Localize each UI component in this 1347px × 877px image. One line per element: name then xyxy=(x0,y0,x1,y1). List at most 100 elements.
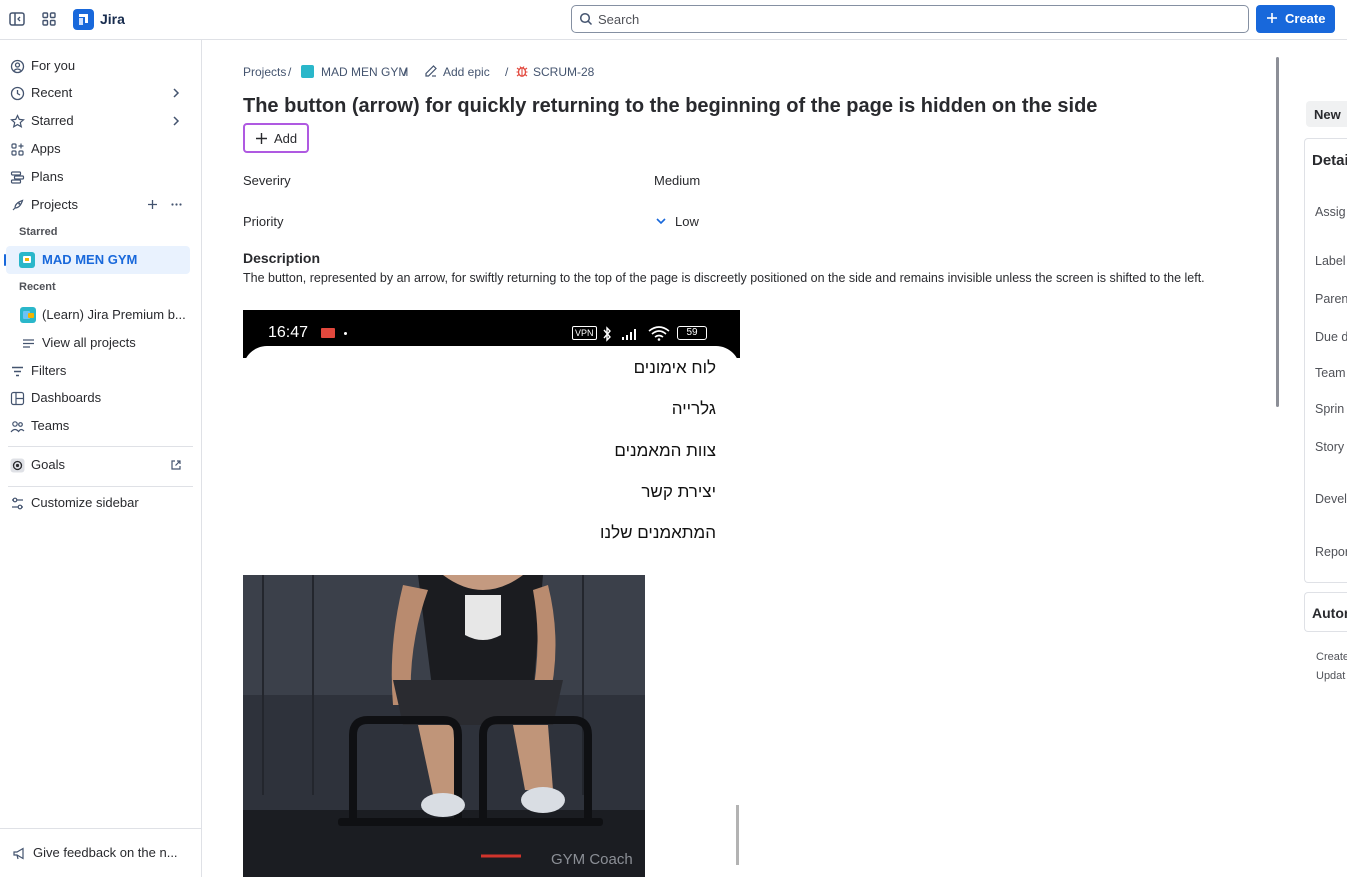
phone-menu-item: לוח אימונים xyxy=(633,358,716,377)
phone-menu-item: צוות המאמנים xyxy=(614,441,716,460)
breadcrumb-project[interactable]: MAD MEN GYM xyxy=(321,65,408,79)
chevron-right-icon[interactable] xyxy=(170,87,182,99)
sidebar-item-label: Goals xyxy=(31,457,65,472)
sidebar-item-goals[interactable]: Goals xyxy=(6,451,190,479)
sidebar-item-label: Teams xyxy=(31,418,70,433)
sidebar-item-label: Plans xyxy=(31,169,64,184)
description-text[interactable]: The button, represented by an arrow, for… xyxy=(243,271,1205,285)
main-scrollbar[interactable] xyxy=(1276,57,1279,407)
external-link-icon[interactable] xyxy=(170,459,182,471)
gym-photo: GYM Coach xyxy=(243,575,645,877)
status-dropdown[interactable]: New xyxy=(1306,101,1347,127)
user-circle-icon xyxy=(10,59,25,74)
clock-icon xyxy=(10,86,25,101)
field-label-story-points: Story xyxy=(1315,440,1345,454)
sidebar-item-for-you[interactable]: For you xyxy=(6,52,190,80)
sidebar-item-starred[interactable]: Starred xyxy=(6,107,190,135)
add-button[interactable]: Add xyxy=(243,123,309,153)
active-indicator xyxy=(4,254,6,266)
project-avatar-icon xyxy=(301,65,314,78)
sidebar-item-dashboards[interactable]: Dashboards xyxy=(6,384,190,412)
project-avatar-icon xyxy=(20,307,36,323)
give-feedback-button[interactable]: Give feedback on the n... xyxy=(8,839,192,867)
sidebar-item-label: View all projects xyxy=(42,335,136,350)
search-box[interactable] xyxy=(571,5,1249,33)
description-heading: Description xyxy=(243,250,321,266)
recent-section-label: Recent xyxy=(19,281,56,293)
chevron-right-icon[interactable] xyxy=(170,115,182,127)
sidebar-item-label: Recent xyxy=(31,85,73,100)
signal-icon xyxy=(620,327,642,341)
mail-icon xyxy=(321,328,335,338)
sidebar-toggle-icon[interactable] xyxy=(8,10,26,28)
breadcrumb-projects[interactable]: Projects xyxy=(243,65,286,79)
field-label-team: Team xyxy=(1315,366,1346,380)
apps-icon xyxy=(10,142,25,157)
sidebar-item-teams[interactable]: Teams xyxy=(6,412,190,440)
edit-icon xyxy=(424,64,438,78)
field-label-assignee: Assig xyxy=(1315,205,1346,219)
sidebar-item-label: (Learn) Jira Premium b... xyxy=(42,307,186,322)
sidebar-item-view-all-projects[interactable]: View all projects xyxy=(6,329,190,357)
add-project-icon[interactable] xyxy=(146,198,159,211)
star-icon xyxy=(10,114,25,129)
customize-icon xyxy=(10,496,25,511)
priority-label: Priority xyxy=(243,214,284,229)
sidebar-item-recent[interactable]: Recent xyxy=(6,79,190,107)
field-label-sprint: Sprin xyxy=(1315,402,1345,416)
divider xyxy=(8,486,193,487)
phone-time: 16:47 xyxy=(268,324,309,341)
sidebar-footer: Give feedback on the n... xyxy=(0,828,201,877)
details-section: Detai Assig Label Paren Due d Team Sprin… xyxy=(1304,138,1347,583)
bluetooth-icon xyxy=(602,326,612,342)
priority-value[interactable]: Low xyxy=(675,214,699,229)
sidebar-item-label: Give feedback on the n... xyxy=(33,845,178,860)
dashboard-icon xyxy=(10,391,25,406)
phone-menu-item: המתאמנים שלנו xyxy=(600,523,716,542)
megaphone-icon xyxy=(12,846,27,861)
sidebar-item-label: Starred xyxy=(31,113,74,128)
sidebar-item-label: Dashboards xyxy=(31,390,102,405)
add-label: Add xyxy=(274,131,298,146)
sidebar-item-mad-men-gym[interactable]: MAD MEN GYM xyxy=(4,246,190,274)
search-icon xyxy=(579,12,593,26)
issue-title[interactable]: The button (arrow) for quickly returning… xyxy=(243,95,1097,118)
dot-icon xyxy=(344,332,347,335)
phone-scroll-indicator xyxy=(736,805,739,865)
field-label-development: Devel xyxy=(1315,492,1347,506)
breadcrumb-issue-key[interactable]: SCRUM-28 xyxy=(533,65,594,79)
wifi-icon xyxy=(647,325,671,341)
automation-section[interactable]: Autor xyxy=(1304,592,1347,632)
breadcrumb-separator: / xyxy=(288,65,292,79)
app-switcher-icon[interactable] xyxy=(40,10,58,28)
breadcrumb-separator: / xyxy=(505,65,509,79)
app-name[interactable]: Jira xyxy=(100,11,125,27)
more-icon[interactable] xyxy=(170,198,183,211)
sidebar-item-projects[interactable]: Projects xyxy=(6,191,190,219)
starred-section-label: Starred xyxy=(19,226,58,238)
jira-logo-icon[interactable] xyxy=(73,9,94,30)
sidebar-item-learn-jira[interactable]: (Learn) Jira Premium b... xyxy=(6,301,190,329)
issue-view: Projects / MAD MEN GYM / Add epic / SCRU… xyxy=(202,40,1282,877)
phone-menu-item: יצירת קשר xyxy=(641,482,716,501)
details-heading[interactable]: Detai xyxy=(1312,152,1347,169)
list-icon xyxy=(21,336,36,351)
bug-icon xyxy=(515,64,529,78)
sidebar: For you Recent Starred Apps Plans Projec… xyxy=(0,40,202,877)
automation-heading[interactable]: Autor xyxy=(1312,605,1347,621)
details-panel: New Detai Assig Label Paren Due d Team S… xyxy=(1282,40,1347,877)
sidebar-item-filters[interactable]: Filters xyxy=(6,357,190,385)
sidebar-item-plans[interactable]: Plans xyxy=(6,163,190,191)
severity-label: Severiry xyxy=(243,173,291,188)
create-label: Create xyxy=(1285,11,1326,26)
breadcrumb-add-epic[interactable]: Add epic xyxy=(443,65,490,79)
severity-value[interactable]: Medium xyxy=(654,173,700,188)
search-input[interactable] xyxy=(598,9,1238,29)
attachment-image[interactable]: 16:47 VPN 59 לוח אימונים גלרייה צוות המא… xyxy=(243,310,740,877)
created-label: Create xyxy=(1316,651,1347,663)
phone-menu-sheet: לוח אימונים גלרייה צוות המאמנים יצירת קש… xyxy=(243,346,740,576)
create-button[interactable]: Create xyxy=(1256,5,1335,33)
field-label-labels: Label xyxy=(1315,254,1346,268)
sidebar-item-customize[interactable]: Customize sidebar xyxy=(6,489,190,517)
sidebar-item-apps[interactable]: Apps xyxy=(6,135,190,163)
